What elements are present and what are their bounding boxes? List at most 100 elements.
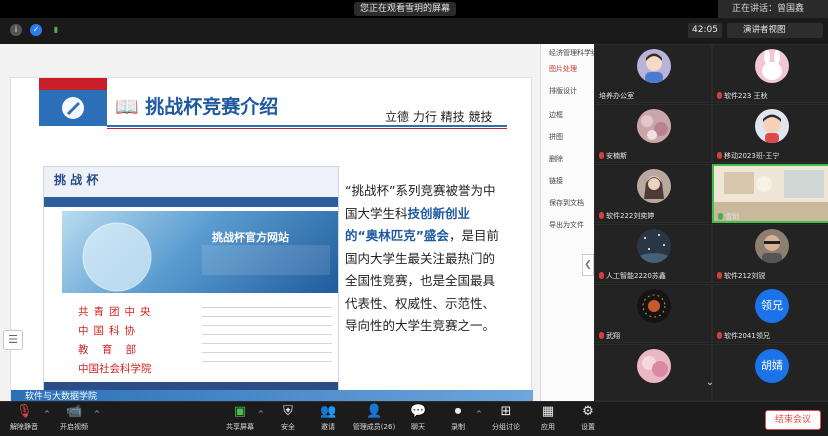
side-panel-item[interactable]: 删除 [549, 154, 563, 164]
participant-tile[interactable]: 软件212刘锐 [712, 224, 828, 283]
members-icon: 👤 [366, 404, 383, 419]
participant-name: 软件2041领兄 [717, 331, 770, 341]
gallery-down-icon[interactable]: ⌄ [700, 377, 720, 389]
participant-name-text: 人工智能2220苏鑫 [606, 272, 666, 280]
participant-name: 软件222刘奕婷 [599, 211, 654, 221]
share-options-caret-icon[interactable]: ^ [258, 410, 264, 418]
avatar: 领兄 [755, 289, 789, 323]
website-logo: 挑 战 杯 [54, 173, 99, 187]
mic-off-icon: 🎙 [16, 404, 33, 419]
participant-name: 培养办公室 [599, 91, 634, 101]
signal-icon[interactable]: ▮ [50, 24, 62, 36]
speaking-indicator: 正在讲话：曾国鑫 [718, 0, 828, 18]
invite-button[interactable]: 👥 邀请 [308, 404, 348, 432]
muted-mic-icon [599, 152, 604, 159]
mic-icon [718, 213, 723, 220]
participant-name-text: 软件223 王秋 [724, 92, 768, 100]
end-meeting-label: 结束会议 [774, 415, 811, 425]
participant-tile[interactable]: 移动2023班-王宁 [712, 104, 828, 163]
shield-icon: ⛨ [283, 404, 293, 419]
share-screen-button[interactable]: ▣ 共享屏幕 [220, 404, 260, 432]
shield-icon[interactable]: ✓ [30, 24, 42, 36]
side-panel-item[interactable]: 图片处理 [549, 64, 577, 74]
participant-name-text: 移动2023班-王宁 [724, 152, 780, 160]
participant-tile[interactable]: 软件223 王秋 [712, 44, 828, 103]
slide-motto: 立德 力行 精技 競技 [385, 110, 493, 124]
start-video-button[interactable]: 📹 开启视频 [54, 404, 94, 432]
share-notice-text: 您正在观看雪玥的屏幕 [360, 4, 451, 14]
speaking-name: 曾国鑫 [777, 4, 805, 14]
avatar [637, 109, 671, 143]
end-meeting-button[interactable]: 结束会议 [765, 410, 821, 430]
slide-menu-button[interactable]: ☰ [3, 330, 23, 350]
camera-off-icon: 📹 [66, 404, 83, 419]
participant-tile[interactable]: 安楠斯 [594, 104, 712, 163]
participant-name: 人工智能2220苏鑫 [599, 271, 666, 281]
breakout-rooms-icon: ⊞ [500, 404, 512, 419]
book-icon: 📖 [115, 96, 139, 118]
slide-blue-box [39, 90, 107, 126]
side-panel-item[interactable]: 边框 [549, 110, 563, 120]
shared-screen: 📖 挑战杯竞赛介绍 立德 力行 精技 競技 挑 战 杯 挑战杯官方网站 共青团中… [0, 44, 594, 401]
participant-name-text: 安楠斯 [606, 152, 627, 160]
avatar [637, 289, 671, 323]
start-video-label: 开启视频 [60, 423, 88, 431]
avatar [755, 109, 789, 143]
breakout-label: 分组讨论 [492, 423, 520, 431]
side-panel-item[interactable]: 链接 [549, 176, 563, 186]
slide-body-post: ，是目前国内大学生最关注最热门的全国性竞赛，也是全国最具代表性、权威性、示范性、… [345, 228, 499, 333]
side-panel-item[interactable]: 拼图 [549, 132, 563, 142]
slide-footer: 软件与大数据学院 [11, 390, 533, 401]
chat-label: 聊天 [411, 423, 425, 431]
side-panel-item[interactable]: 保存到文档 [549, 198, 584, 208]
participant-tile[interactable]: 胡婧 [712, 344, 828, 401]
participant-name: 软件212刘锐 [717, 271, 765, 281]
record-button[interactable]: ⏺ 录制 [438, 404, 478, 432]
avatar [637, 49, 671, 83]
slide-title-text: 挑战杯竞赛介绍 [145, 96, 279, 118]
speaker-view-button[interactable]: 演讲者视图 [727, 23, 823, 38]
website-news-list [202, 299, 332, 377]
website-screenshot: 挑 战 杯 挑战杯官方网站 共青团中央 中国科协 教 育 部 中国社会科学院 [43, 166, 339, 392]
chat-button[interactable]: 💬 聊天 [398, 404, 438, 432]
unmute-button[interactable]: 🎙 解除静音 [4, 404, 44, 432]
participant-tile[interactable]: 人工智能2220苏鑫 [594, 224, 712, 283]
slide: 📖 挑战杯竞赛介绍 立德 力行 精技 競技 挑 战 杯 挑战杯官方网站 共青团中… [10, 77, 533, 401]
side-panel: 经济管理科学组 图片处理 排版设计 边框 拼图 删除 链接 保存到文档 导出为文… [540, 44, 594, 401]
muted-mic-icon [599, 332, 604, 339]
meeting-timer: 42:05 [688, 23, 722, 38]
gear-icon: ⚙ [582, 404, 594, 419]
participant-name: 雪玥 [718, 212, 739, 222]
breakout-button[interactable]: ⊞ 分组讨论 [486, 404, 526, 432]
participant-tile-active[interactable]: 雪玥 [712, 164, 828, 223]
globe-icon [82, 222, 330, 292]
audio-options-caret-icon[interactable]: ^ [44, 410, 50, 418]
side-panel-item[interactable]: 导出为文件 [549, 220, 584, 230]
video-options-caret-icon[interactable]: ^ [94, 410, 100, 418]
security-button[interactable]: ⛨ 安全 [268, 404, 308, 432]
manage-members-button[interactable]: 👤 管理成员(26) [350, 404, 398, 432]
collapse-panel-button[interactable]: ❮ [582, 254, 594, 276]
participant-tile[interactable]: 软件222刘奕婷 [594, 164, 712, 223]
muted-mic-icon [599, 272, 604, 279]
unmute-label: 解除静音 [10, 423, 38, 431]
invite-label: 邀请 [321, 423, 335, 431]
status-bar: i ✓ ▮ 42:05 演讲者视图 [0, 18, 828, 44]
apps-button[interactable]: ▦ 应用 [528, 404, 568, 432]
side-panel-item[interactable]: 经济管理科学组 [549, 48, 594, 58]
avatar [755, 49, 789, 83]
website-header: 挑 战 杯 [44, 167, 338, 197]
participant-name-text: 培养办公室 [599, 92, 634, 100]
participant-tile[interactable]: 培养办公室 [594, 44, 712, 103]
settings-button[interactable]: ⚙ 设置 [568, 404, 608, 432]
participant-tile[interactable]: 武翔 [594, 284, 712, 343]
side-panel-item[interactable]: 排版设计 [549, 86, 577, 96]
share-notice[interactable]: 您正在观看雪玥的屏幕 [354, 2, 457, 16]
participant-tile[interactable] [594, 344, 712, 401]
meeting-window: 您正在观看雪玥的屏幕 正在讲话：曾国鑫 i ✓ ▮ 42:05 演讲者视图 📖 [0, 0, 828, 436]
muted-mic-icon [717, 332, 722, 339]
apps-label: 应用 [541, 423, 555, 431]
record-options-caret-icon[interactable]: ^ [476, 410, 482, 418]
participant-tile[interactable]: 领兄 软件2041领兄 [712, 284, 828, 343]
info-icon[interactable]: i [10, 24, 22, 36]
